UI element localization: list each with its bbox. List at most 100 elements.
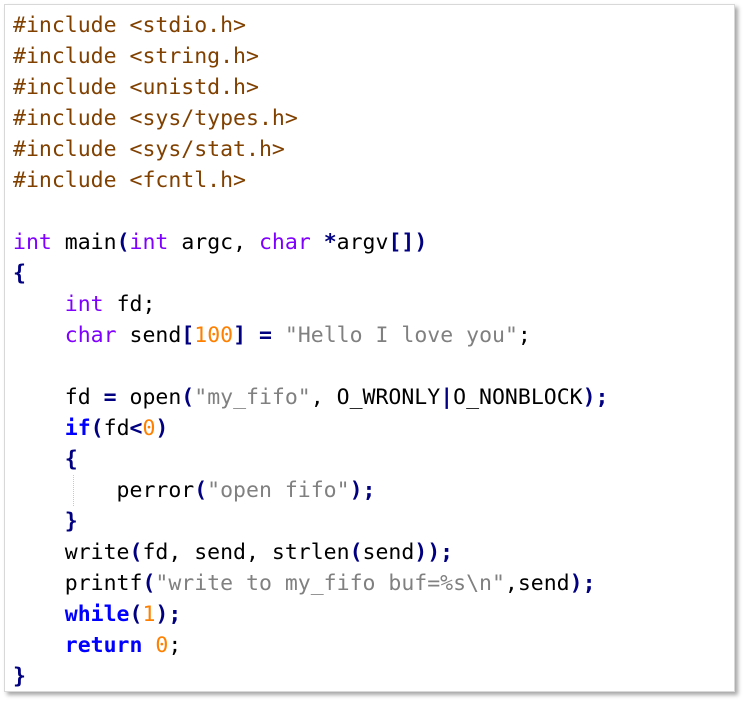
code-line: } [13,506,609,537]
code-token: char [258,230,311,255]
code-token: = [103,385,117,410]
code-token: ( [194,478,208,503]
code-token: send [362,540,415,565]
code-token: { [64,447,78,472]
code-token: if [64,416,91,441]
code-token: )); [414,540,454,565]
code-token: "my_fifo" [194,385,311,410]
code-token: #include <sys/types.h> [13,106,298,131]
code-token: return [64,633,143,658]
code-token: ( [129,602,143,627]
code-line: char send[100] = "Hello I love you"; [13,320,609,351]
code-line: { [13,444,609,475]
code-token: #include <unistd.h> [13,75,259,100]
code-token: #include <string.h> [13,44,259,69]
code-line: write(fd, send, strlen(send)); [13,537,609,568]
code-token: "write to my_fifo buf=%s\n" [155,571,505,596]
code-token: ] [233,323,247,348]
code-token: #include <stdio.h> [13,13,246,38]
code-line: int fd; [13,289,609,320]
code-token: * [323,230,337,255]
code-token: int [13,230,52,255]
code-token: ; [517,323,531,348]
code-token: ) [155,416,169,441]
code-editor: #include <stdio.h> #include <string.h> #in… [13,10,609,692]
code-token: } [13,664,26,689]
code-token: 0 [155,633,169,658]
code-token: "Hello I love you" [284,323,518,348]
code-line: } [13,661,609,692]
code-token: ( [129,540,143,565]
code-line: perror("open fifo"); [13,475,609,506]
code-token: , O_WRONLY [310,385,441,410]
code-token: while [64,602,130,627]
code-token: ( [90,416,104,441]
code-token: fd [13,385,104,410]
code-token: open [116,385,182,410]
code-token: send [116,323,182,348]
code-token: int [64,292,104,317]
code-token: [ [181,323,195,348]
code-token: | [440,385,454,410]
code-token: 100 [194,323,234,348]
code-line: while(1); [13,599,609,630]
code-token: ( [181,385,195,410]
code-token: printf [13,571,143,596]
code-line: fd = open("my_fifo", O_WRONLY|O_NONBLOCK… [13,382,609,413]
code-token: []) [388,230,428,255]
code-token: ); [582,385,609,410]
code-token: ); [569,571,596,596]
code-token: ,send [504,571,570,596]
code-token: ( [142,571,156,596]
code-line: #include <sys/types.h> [13,103,609,134]
code-token: main [51,230,117,255]
code-token: fd; [103,292,156,317]
code-line: #include <string.h> [13,41,609,72]
code-line: { [13,258,609,289]
code-token: argv [336,230,389,255]
code-screenshot-frame: #include <stdio.h> #include <string.h> #in… [4,4,735,692]
code-token: O_NONBLOCK [453,385,583,410]
code-token: argc, [168,230,259,255]
code-token: ); [155,602,182,627]
code-token: "open fifo" [207,478,350,503]
code-token: #include <fcntl.h> [13,168,246,193]
code-line: #include <unistd.h> [13,72,609,103]
code-line: #include <stdio.h> [13,10,609,41]
code-token: 1 [142,602,156,627]
code-token: int [129,230,169,255]
code-token: { [13,261,26,286]
code-token: perror [13,478,195,503]
code-token: = [259,323,272,348]
code-token: 0 [142,416,156,441]
code-line: return 0; [13,630,609,661]
code-token: write [13,540,130,565]
code-token: ( [349,540,363,565]
code-line: #include <fcntl.h> [13,165,609,196]
code-token: ; [168,633,182,658]
code-token: char [64,323,117,348]
code-line: int main(int argc, char *argv[]) [13,227,609,258]
code-token: fd, send, strlen [142,540,350,565]
code-token: #include <sys/stat.h> [13,137,285,162]
indent-guide [73,475,74,506]
code-line: #include <sys/stat.h> [13,134,609,165]
code-line: if(fd<0) [13,413,609,444]
code-token: ); [349,478,376,503]
code-token: ( [116,230,130,255]
code-token: } [64,509,78,534]
code-token: fd [103,416,130,441]
